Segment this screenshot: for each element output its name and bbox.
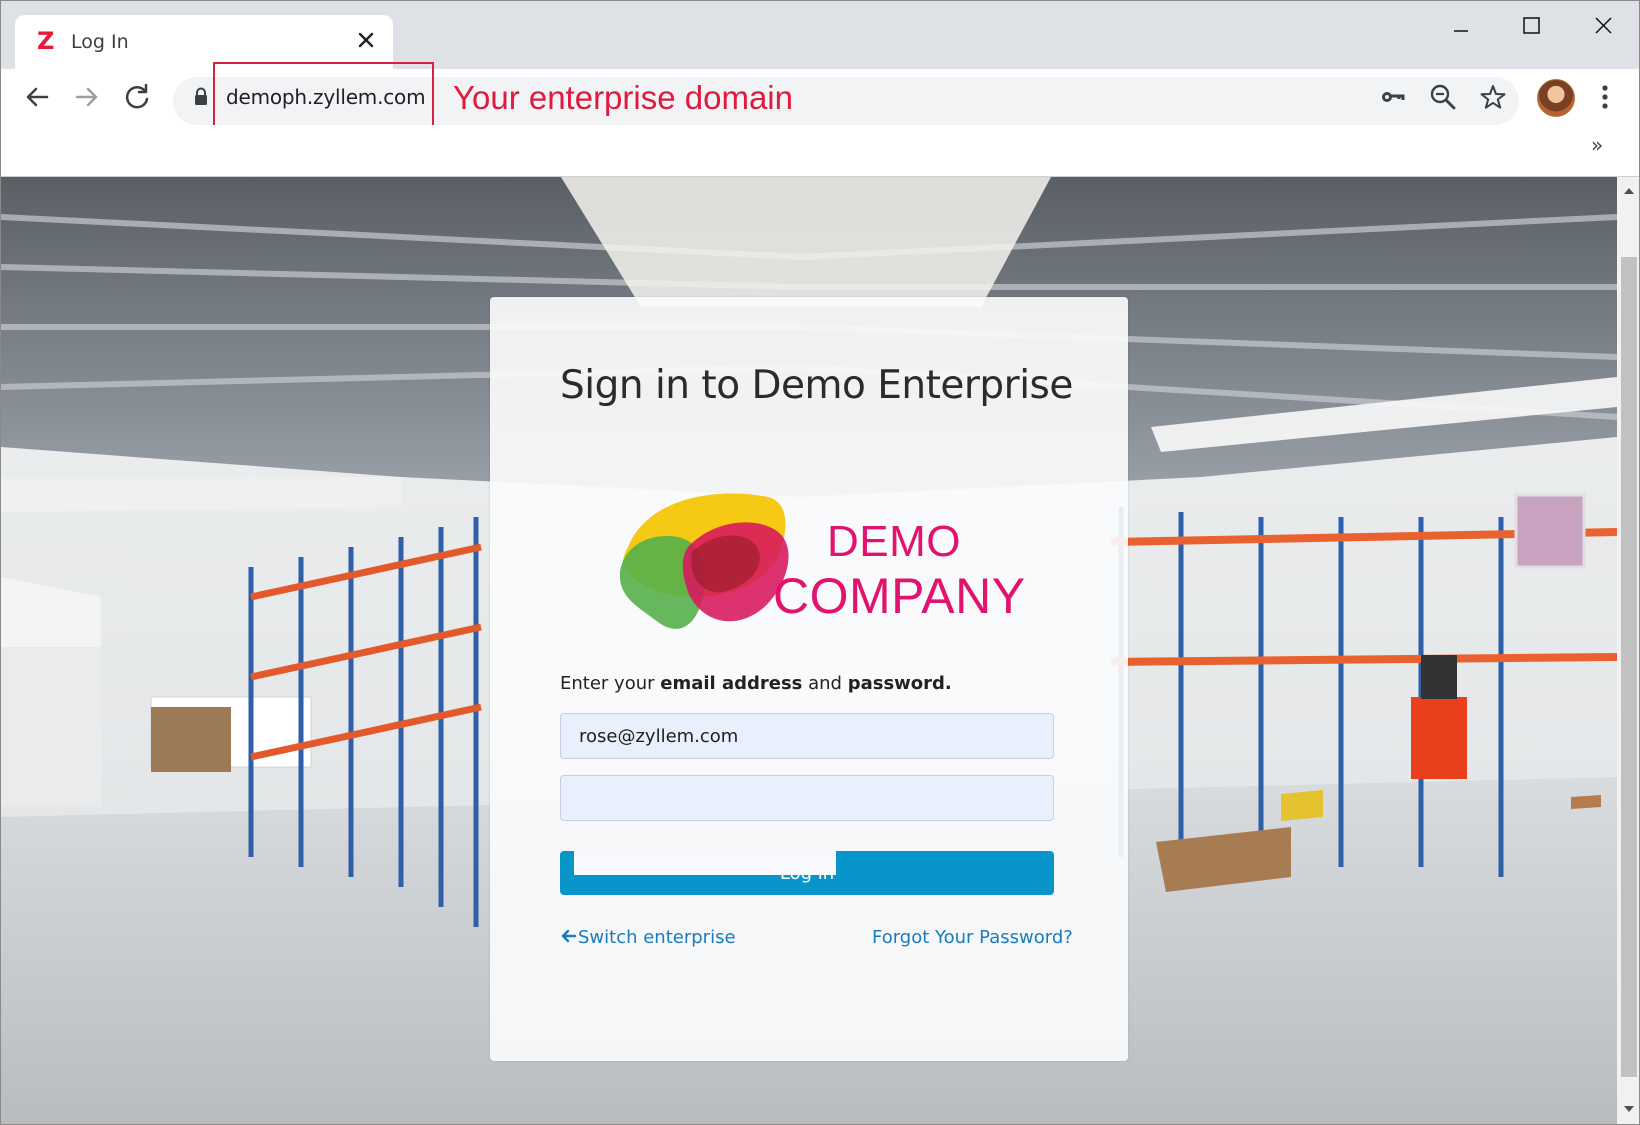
instruction-text-and: and: [802, 673, 848, 694]
star-icon[interactable]: [1479, 83, 1507, 111]
page-title: Sign in to Demo Enterprise: [560, 363, 1073, 408]
instruction-email-emphasis: email address: [660, 673, 803, 694]
scroll-down-icon[interactable]: [1621, 1101, 1637, 1117]
forward-arrow-icon[interactable]: [69, 79, 105, 115]
switch-enterprise-link[interactable]: Switch enterprise: [560, 927, 736, 948]
login-button[interactable]: Log in: [560, 851, 1054, 895]
reload-icon[interactable]: [119, 79, 155, 115]
key-icon[interactable]: [1379, 83, 1407, 111]
browser-window: Z Log In demoph.zyllem.com Your enterpri…: [0, 0, 1640, 1125]
bookmarks-overflow-icon[interactable]: »: [1591, 133, 1603, 157]
password-field[interactable]: [560, 775, 1054, 821]
logo-text-company: COMPANY: [773, 568, 1026, 624]
zoom-out-icon[interactable]: [1429, 83, 1457, 111]
forgot-password-link[interactable]: Forgot Your Password?: [872, 927, 1073, 948]
tab-login[interactable]: Z Log In: [15, 15, 393, 69]
back-arrow-icon[interactable]: [19, 79, 55, 115]
minimize-icon[interactable]: [1437, 9, 1485, 45]
bookmarks-bar: [1, 125, 1639, 177]
tab-title: Log In: [71, 31, 129, 53]
tab-strip: Z Log In: [1, 1, 1639, 69]
domain-annotation: Your enterprise domain: [453, 79, 793, 116]
login-card: Sign in to Demo Enterprise DEMO COMPANY …: [490, 297, 1128, 1061]
scrollbar-thumb[interactable]: [1621, 257, 1637, 1077]
switch-enterprise-label: Switch enterprise: [578, 927, 736, 948]
logo-text-demo: DEMO: [827, 517, 961, 566]
email-value[interactable]: rose@zyllem.com: [579, 726, 738, 747]
login-instruction: Enter your email address and password.: [560, 673, 952, 694]
profile-avatar[interactable]: [1537, 79, 1575, 117]
zyllem-favicon-icon: Z: [37, 27, 55, 55]
window-close-icon[interactable]: [1579, 9, 1627, 45]
email-field[interactable]: rose@zyllem.com: [560, 713, 1054, 759]
instruction-text: Enter your: [560, 673, 661, 694]
autofill-overlay: [574, 851, 836, 875]
lock-icon[interactable]: [193, 87, 209, 107]
more-vert-icon[interactable]: [1595, 81, 1615, 113]
instruction-password-emphasis: password.: [847, 673, 952, 694]
maximize-icon[interactable]: [1507, 9, 1555, 45]
arrow-left-icon: [561, 929, 576, 943]
url-text[interactable]: demoph.zyllem.com: [226, 85, 426, 109]
close-icon[interactable]: [355, 29, 377, 51]
scroll-up-icon[interactable]: [1621, 183, 1637, 199]
